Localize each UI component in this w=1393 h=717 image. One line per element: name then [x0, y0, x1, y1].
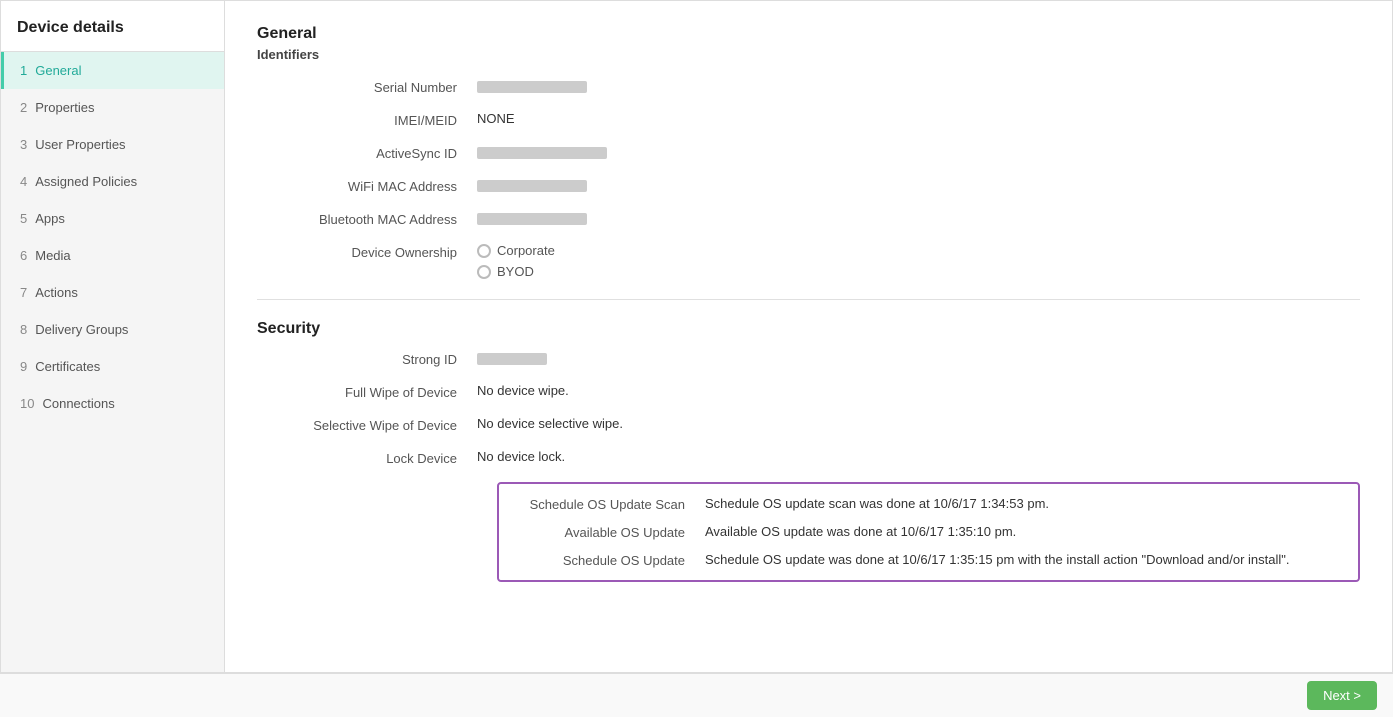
field-value: No device selective wipe.	[477, 416, 623, 431]
next-button[interactable]: Next >	[1307, 681, 1377, 710]
field-label: Bluetooth MAC Address	[257, 210, 477, 227]
sidebar-item-num: 2	[20, 100, 27, 115]
sidebar-item-label: Apps	[35, 211, 65, 226]
redacted-value	[477, 81, 587, 93]
field-label: Strong ID	[257, 350, 477, 367]
sidebar-item-num: 7	[20, 285, 27, 300]
sidebar-item-num: 5	[20, 211, 27, 226]
sidebar-item-label: Connections	[42, 396, 114, 411]
sidebar-item-actions[interactable]: 7 Actions	[1, 274, 224, 311]
field-label: ActiveSync ID	[257, 144, 477, 161]
field-label: Full Wipe of Device	[257, 383, 477, 400]
field-value-cell	[477, 210, 1360, 225]
field-value-cell	[477, 78, 1360, 93]
field-label: Serial Number	[257, 78, 477, 95]
sidebar-item-certificates[interactable]: 9 Certificates	[1, 348, 224, 385]
field-row: Strong ID	[257, 350, 1360, 367]
field-value-cell	[477, 177, 1360, 192]
highlighted-label: Schedule OS Update	[515, 552, 705, 568]
sidebar-item-connections[interactable]: 10 Connections	[1, 385, 224, 422]
identifiers-subtitle: Identifiers	[257, 47, 1360, 62]
redacted-value	[477, 147, 607, 159]
sidebar-item-label: Media	[35, 248, 70, 263]
radio-circle	[477, 265, 491, 279]
security-title: Security	[257, 320, 1360, 338]
field-value-cell: No device wipe.	[477, 383, 1360, 398]
radio-label: Corporate	[497, 243, 555, 258]
sidebar-item-user-properties[interactable]: 3 User Properties	[1, 126, 224, 163]
sidebar-item-properties[interactable]: 2 Properties	[1, 89, 224, 126]
field-label: WiFi MAC Address	[257, 177, 477, 194]
field-value-cell: No device selective wipe.	[477, 416, 1360, 431]
sidebar-item-media[interactable]: 6 Media	[1, 237, 224, 274]
field-label: Selective Wipe of Device	[257, 416, 477, 433]
general-title: General	[257, 25, 1360, 43]
field-row: Selective Wipe of DeviceNo device select…	[257, 416, 1360, 433]
sidebar-item-assigned-policies[interactable]: 4 Assigned Policies	[1, 163, 224, 200]
field-value: No device wipe.	[477, 383, 569, 398]
sidebar-item-label: Actions	[35, 285, 78, 300]
sidebar-item-num: 3	[20, 137, 27, 152]
redacted-value	[477, 180, 587, 192]
sidebar-item-apps[interactable]: 5 Apps	[1, 200, 224, 237]
field-value-cell: Corporate BYOD	[477, 243, 1360, 279]
field-value: NONE	[477, 111, 515, 126]
field-value: No device lock.	[477, 449, 565, 464]
highlighted-value: Schedule OS update scan was done at 10/6…	[705, 496, 1342, 511]
redacted-value	[477, 353, 547, 365]
sidebar-item-delivery-groups[interactable]: 8 Delivery Groups	[1, 311, 224, 348]
sidebar-item-general[interactable]: 1 General	[1, 52, 224, 89]
highlighted-label: Schedule OS Update Scan	[515, 496, 705, 512]
radio-group: Corporate BYOD	[477, 243, 1360, 279]
field-label: IMEI/MEID	[257, 111, 477, 128]
sidebar-item-num: 10	[20, 396, 34, 411]
radio-option: BYOD	[477, 264, 1360, 279]
highlighted-value: Available OS update was done at 10/6/17 …	[705, 524, 1342, 539]
sidebar-item-label: Certificates	[35, 359, 100, 374]
sidebar-item-num: 8	[20, 322, 27, 337]
security-section: Security Strong IDFull Wipe of DeviceNo …	[257, 320, 1360, 582]
field-row: ActiveSync ID	[257, 144, 1360, 161]
sidebar-item-num: 6	[20, 248, 27, 263]
sidebar-title: Device details	[1, 1, 224, 52]
field-value-cell	[477, 350, 1360, 365]
field-value-cell: No device lock.	[477, 449, 1360, 464]
sidebar-item-label: General	[35, 63, 81, 78]
field-value-cell	[477, 144, 1360, 159]
sidebar-item-num: 9	[20, 359, 27, 374]
field-row: Device Ownership Corporate BYOD	[257, 243, 1360, 279]
sidebar: Device details 1 General 2 Properties 3 User …	[1, 1, 225, 672]
section-divider	[257, 299, 1360, 300]
sidebar-item-num: 1	[20, 63, 27, 78]
highlighted-row: Schedule OS Update ScanSchedule OS updat…	[515, 496, 1342, 512]
radio-option: Corporate	[477, 243, 1360, 258]
sidebar-item-num: 4	[20, 174, 27, 189]
sidebar-item-label: Delivery Groups	[35, 322, 128, 337]
highlighted-row: Schedule OS UpdateSchedule OS update was…	[515, 552, 1342, 568]
os-update-box: Schedule OS Update ScanSchedule OS updat…	[497, 482, 1360, 582]
sidebar-item-label: Properties	[35, 100, 94, 115]
footer: Next >	[0, 673, 1393, 717]
radio-circle	[477, 244, 491, 258]
sidebar-item-label: Assigned Policies	[35, 174, 137, 189]
field-row: IMEI/MEIDNONE	[257, 111, 1360, 128]
highlighted-row: Available OS UpdateAvailable OS update w…	[515, 524, 1342, 540]
field-row: Lock DeviceNo device lock.	[257, 449, 1360, 466]
general-section: General Identifiers Serial Number IMEI/ME…	[257, 25, 1360, 279]
field-row: WiFi MAC Address	[257, 177, 1360, 194]
field-row: Bluetooth MAC Address	[257, 210, 1360, 227]
field-label: Lock Device	[257, 449, 477, 466]
field-value-cell: NONE	[477, 111, 1360, 126]
redacted-value	[477, 213, 587, 225]
main-content: General Identifiers Serial Number IMEI/ME…	[225, 1, 1392, 672]
highlighted-label: Available OS Update	[515, 524, 705, 540]
field-row: Serial Number	[257, 78, 1360, 95]
field-label: Device Ownership	[257, 243, 477, 260]
field-row: Full Wipe of DeviceNo device wipe.	[257, 383, 1360, 400]
highlighted-value: Schedule OS update was done at 10/6/17 1…	[705, 552, 1342, 567]
radio-label: BYOD	[497, 264, 534, 279]
sidebar-item-label: User Properties	[35, 137, 125, 152]
